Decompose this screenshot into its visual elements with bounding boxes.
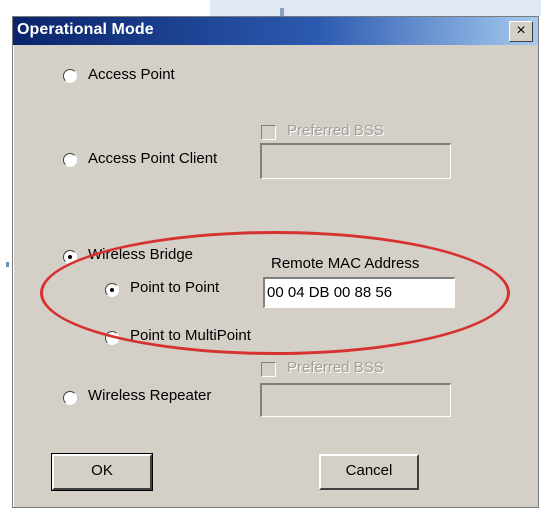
screenshot-page: Operational Mode × Access Point Preferre… — [0, 0, 541, 508]
access-point-label[interactable]: Access Point — [88, 66, 175, 84]
dialog-title: Operational Mode — [17, 21, 154, 38]
access-point-client-preferred-bss-label: Preferred BSS — [287, 122, 384, 139]
wireless-repeater-preferred-bss-checkbox — [261, 362, 276, 377]
point-to-point-radio[interactable] — [105, 283, 119, 297]
close-icon[interactable]: × — [509, 21, 533, 42]
point-to-multipoint-radio[interactable] — [105, 331, 119, 345]
access-point-radio[interactable] — [63, 69, 77, 83]
background-window-mark — [280, 8, 284, 16]
access-point-client-preferred-bss-input — [260, 143, 451, 179]
background-left-mark — [6, 262, 9, 267]
wireless-repeater-preferred-bss-input — [260, 383, 451, 417]
remote-mac-address-label: Remote MAC Address — [271, 255, 420, 272]
background-window-strip — [210, 0, 541, 16]
wireless-repeater-radio[interactable] — [63, 391, 77, 405]
remote-mac-address-input[interactable]: 00 04 DB 00 88 56 — [263, 277, 455, 308]
wireless-bridge-label[interactable]: Wireless Bridge — [88, 246, 193, 264]
access-point-client-label[interactable]: Access Point Client — [88, 150, 217, 168]
wireless-repeater-label[interactable]: Wireless Repeater — [88, 387, 211, 405]
cancel-button[interactable]: Cancel — [319, 454, 419, 490]
access-point-client-preferred-bss-checkbox — [261, 125, 276, 140]
ok-button[interactable]: OK — [51, 453, 153, 491]
point-to-point-label[interactable]: Point to Point — [130, 279, 219, 297]
operational-mode-dialog: Operational Mode × Access Point Preferre… — [12, 16, 539, 508]
point-to-multipoint-label[interactable]: Point to MultiPoint — [130, 327, 251, 345]
wireless-bridge-radio[interactable] — [63, 250, 77, 264]
dialog-titlebar: Operational Mode × — [13, 17, 538, 45]
access-point-client-radio[interactable] — [63, 153, 77, 167]
wireless-repeater-preferred-bss-label: Preferred BSS — [287, 359, 384, 376]
